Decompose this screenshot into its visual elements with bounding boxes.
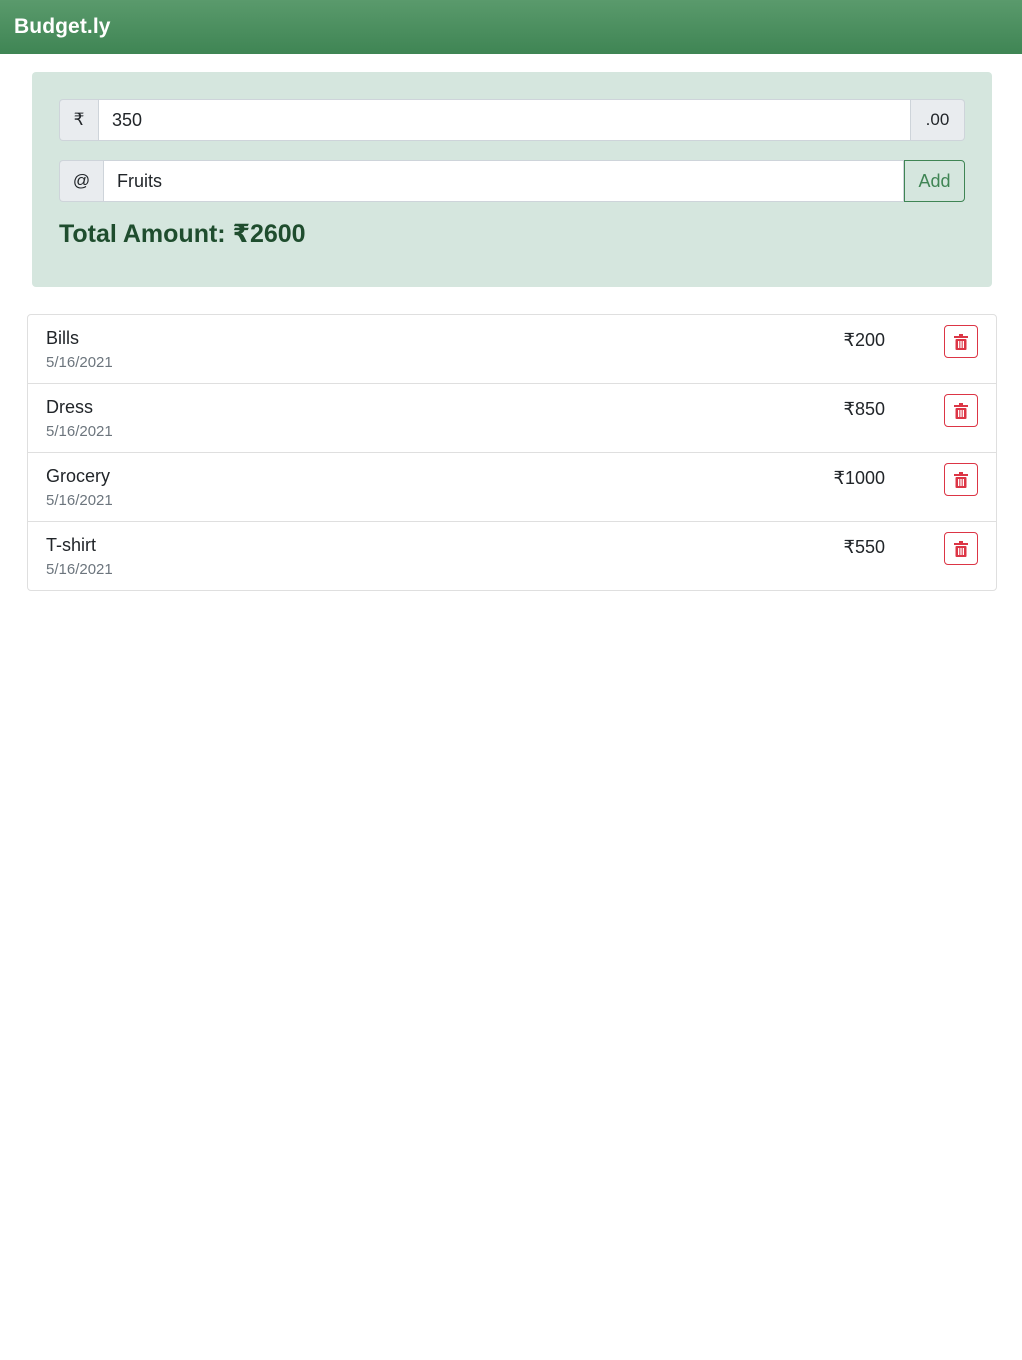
expense-name: Bills: [46, 328, 80, 348]
expense-amount: ₹850: [843, 399, 885, 419]
add-button[interactable]: Add: [904, 160, 965, 202]
expense-date: 5/16/2021: [46, 423, 113, 440]
trash-icon: [954, 402, 968, 419]
currency-prefix: ₹: [59, 99, 98, 141]
label-input-group: @ Add: [59, 160, 965, 202]
expense-date: 5/16/2021: [46, 561, 113, 578]
delete-button[interactable]: [944, 325, 978, 358]
trash-icon: [954, 471, 968, 488]
expense-amount: ₹200: [843, 330, 885, 350]
brand-logo[interactable]: Budget.ly: [14, 15, 111, 39]
navbar: Budget.ly: [0, 0, 1022, 54]
delete-button[interactable]: [944, 532, 978, 565]
expense-date: 5/16/2021: [46, 492, 113, 509]
expense-amount: ₹550: [843, 537, 885, 557]
list-item: T-shirt 5/16/2021 ₹550: [28, 522, 996, 590]
label-input[interactable]: [103, 160, 904, 202]
trash-icon: [954, 540, 968, 557]
amount-input-group: ₹ .00: [59, 99, 965, 141]
expense-date: 5/16/2021: [46, 354, 113, 371]
expense-name: T-shirt: [46, 535, 97, 555]
total-amount: Total Amount: ₹2600: [59, 220, 306, 248]
list-item: Dress 5/16/2021 ₹850: [28, 384, 996, 453]
list-item: Grocery 5/16/2021 ₹1000: [28, 453, 996, 522]
at-prefix: @: [59, 160, 103, 202]
list-item: Bills 5/16/2021 ₹200: [28, 315, 996, 384]
delete-button[interactable]: [944, 463, 978, 496]
delete-button[interactable]: [944, 394, 978, 427]
expense-amount: ₹1000: [833, 468, 886, 488]
decimal-suffix: .00: [911, 99, 965, 141]
expense-list: Bills 5/16/2021 ₹200 Dress 5/16/2021 ₹85…: [27, 314, 997, 591]
expense-name: Dress: [46, 397, 94, 417]
trash-icon: [954, 333, 968, 350]
amount-input[interactable]: [98, 99, 911, 141]
expense-form-panel: ₹ .00 @ Add Total Amount: ₹2600: [32, 72, 992, 287]
expense-name: Grocery: [46, 466, 111, 486]
